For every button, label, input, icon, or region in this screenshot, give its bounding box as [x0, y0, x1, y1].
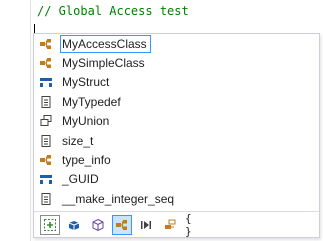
- completion-item[interactable]: type_info: [34, 150, 319, 169]
- completion-item-label: size_t: [62, 133, 94, 148]
- editor-gutter-line: [30, 0, 31, 241]
- completion-item-label: __make_integer_seq: [62, 191, 175, 206]
- namespace-filter-button[interactable]: [64, 215, 84, 235]
- macro-filter-button[interactable]: [136, 215, 156, 235]
- macro-icon: [139, 218, 153, 232]
- completion-item-label: MyUnion: [62, 114, 110, 129]
- completion-item-label: MySimpleClass: [62, 56, 145, 71]
- enum-icon: [163, 218, 177, 232]
- snippet-filter-button[interactable]: { }: [184, 211, 204, 238]
- completion-item[interactable]: MyStruct: [34, 73, 319, 92]
- completion-item-label: MyTypedef: [62, 94, 121, 109]
- completion-item[interactable]: __make_integer_seq: [34, 189, 319, 208]
- union-icon: [39, 114, 53, 128]
- completion-item-label: _GUID: [62, 172, 99, 187]
- typedef-icon: [39, 192, 53, 206]
- completion-item[interactable]: size_t: [34, 131, 319, 150]
- module-filter-button[interactable]: [88, 215, 108, 235]
- module-icon: [91, 218, 105, 232]
- struct-icon: [39, 75, 53, 89]
- completion-filter-toolbar: { }: [34, 211, 319, 238]
- expand-icon: [43, 218, 57, 232]
- completion-item-label: MyStruct: [62, 75, 110, 90]
- completion-item-label: type_info: [62, 153, 111, 168]
- typedef-icon: [39, 134, 53, 148]
- completion-item[interactable]: _GUID: [34, 170, 319, 189]
- completion-item-label: MyAccessClass: [60, 34, 151, 53]
- completion-item[interactable]: MySimpleClass: [34, 53, 319, 72]
- class-icon: [39, 56, 53, 70]
- class-filter-button[interactable]: [112, 214, 132, 235]
- enum-filter-button[interactable]: [160, 215, 180, 235]
- completion-list: MyAccessClass MySimpleClass MyStruct MyT…: [34, 34, 319, 209]
- typedef-icon: [39, 95, 53, 109]
- completion-item[interactable]: MyUnion: [34, 112, 319, 131]
- expand-filter-button[interactable]: [40, 214, 60, 235]
- class-icon: [115, 218, 129, 232]
- class-icon: [39, 153, 53, 167]
- struct-icon: [39, 172, 53, 186]
- completion-item[interactable]: MyTypedef: [34, 92, 319, 111]
- code-comment-line: // Global Access test: [37, 4, 189, 18]
- class-icon: [39, 37, 53, 51]
- completion-popup: MyAccessClass MySimpleClass MyStruct MyT…: [33, 33, 320, 238]
- braces-icon: { }: [185, 211, 192, 238]
- namespace-icon: [67, 218, 81, 232]
- completion-item[interactable]: MyAccessClass: [34, 34, 319, 53]
